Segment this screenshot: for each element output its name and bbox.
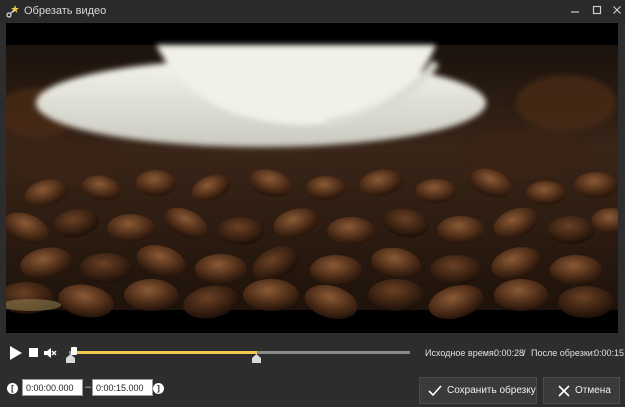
trim-selection-range <box>73 351 258 354</box>
maximize-button[interactable] <box>589 3 605 19</box>
close-icon <box>613 6 621 14</box>
set-end-marker-button[interactable]: ] <box>153 383 164 394</box>
trim-video-window: Обрезать видео Исходное время: 0:00:28 /… <box>0 0 625 407</box>
trim-start-handle[interactable] <box>66 354 75 363</box>
start-bracket-icon: [ <box>11 384 14 393</box>
range-dash: – <box>85 381 92 393</box>
stop-icon[interactable] <box>29 348 38 357</box>
trim-start-field[interactable]: 0:00:00.000 <box>22 379 83 396</box>
after-trim-label: После обрезки: <box>531 348 596 358</box>
end-bracket-icon: ] <box>157 384 160 393</box>
play-icon[interactable] <box>9 345 23 361</box>
video-frame-image <box>6 23 618 333</box>
window-title: Обрезать видео <box>24 5 107 17</box>
trim-timeline[interactable] <box>66 342 411 366</box>
save-trim-label: Сохранить обрезку <box>447 385 536 396</box>
set-start-marker-button[interactable]: [ <box>7 383 18 394</box>
checkmark-icon <box>428 385 442 397</box>
minimize-icon <box>571 11 579 13</box>
title-bar: Обрезать видео <box>0 0 625 22</box>
trim-end-field[interactable]: 0:00:15.000 <box>92 379 153 396</box>
close-icon <box>558 385 570 397</box>
after-trim-value: 0:00:15 <box>594 348 625 358</box>
close-button[interactable] <box>609 3 625 19</box>
mute-icon[interactable] <box>43 346 57 360</box>
scissors-star-icon <box>6 5 19 18</box>
source-time-label: Исходное время: <box>425 348 497 358</box>
minimize-button[interactable] <box>567 3 583 19</box>
time-separator: / <box>523 348 526 358</box>
video-preview[interactable] <box>6 23 618 333</box>
save-trim-button[interactable]: Сохранить обрезку <box>419 377 537 404</box>
trim-end-handle[interactable] <box>252 354 262 363</box>
cancel-button[interactable]: Отмена <box>543 377 620 404</box>
maximize-icon <box>592 5 602 15</box>
cancel-label: Отмена <box>575 385 611 396</box>
source-time-value: 0:00:28 <box>494 348 525 358</box>
